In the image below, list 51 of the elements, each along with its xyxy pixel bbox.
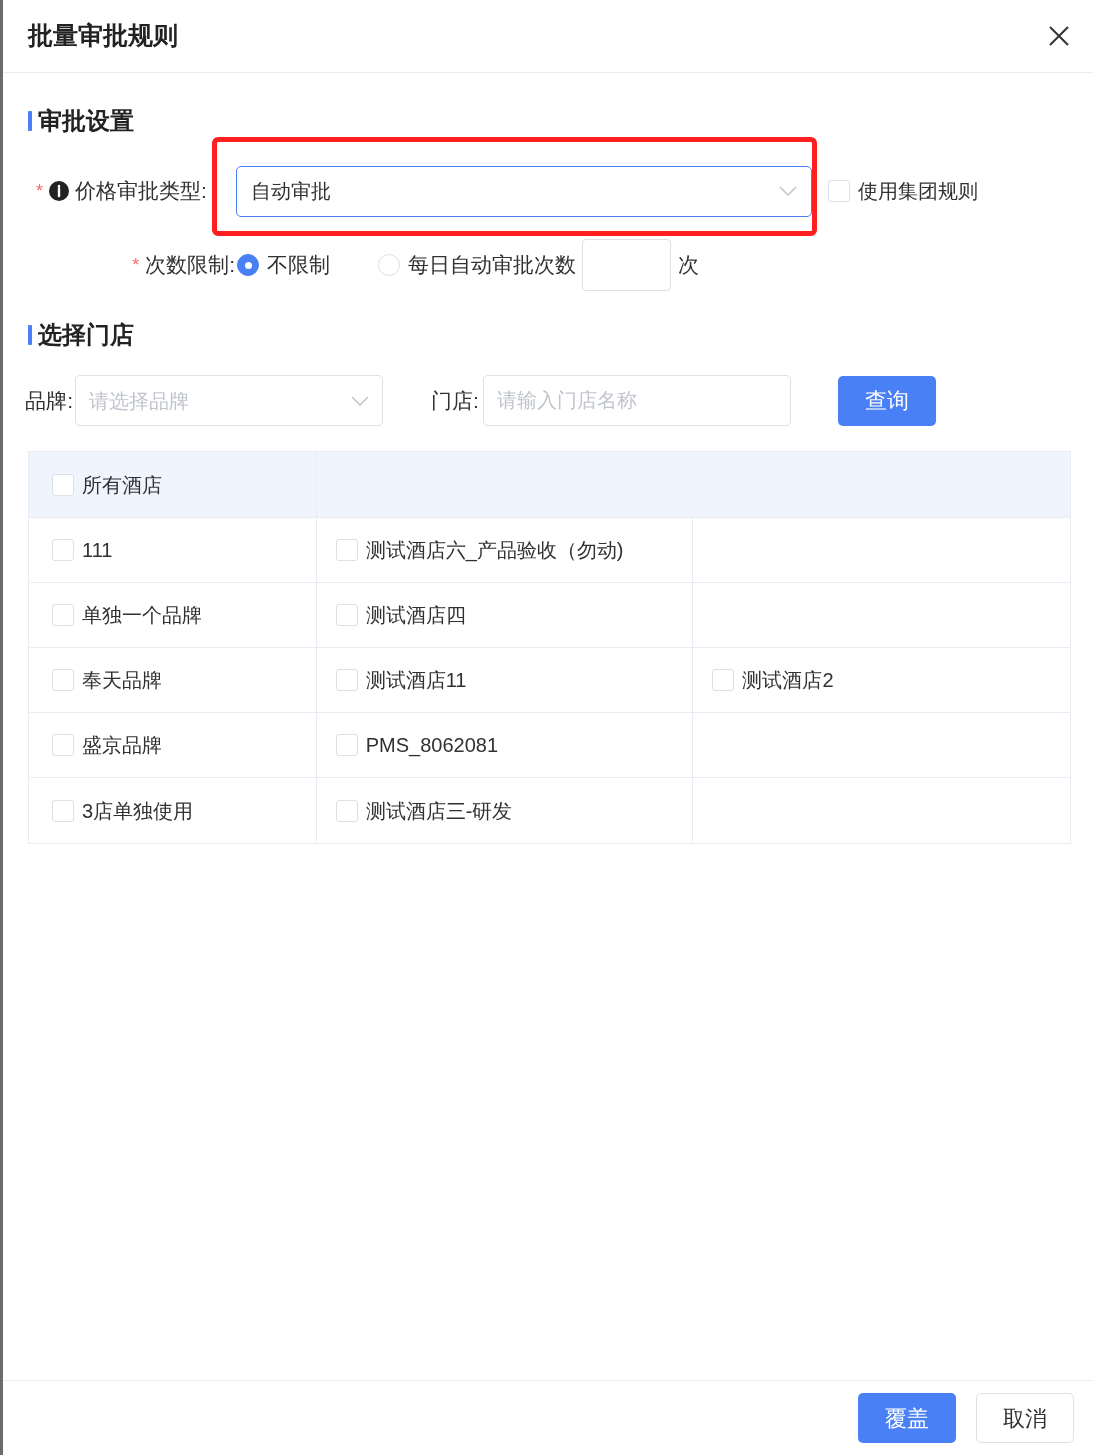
info-icon	[49, 181, 69, 201]
cancel-button[interactable]: 取消	[976, 1393, 1074, 1443]
checkbox-label: 所有酒店	[82, 472, 162, 498]
checkbox[interactable]	[52, 604, 74, 626]
checkbox-label: 测试酒店六_产品验收（勿动)	[365, 538, 624, 564]
store-search-field[interactable]: 请输入门店名称	[482, 375, 791, 426]
section-marker	[28, 325, 32, 345]
checkbox-label: 奉天品牌	[82, 668, 162, 693]
checkbox-label: 盛京品牌	[82, 733, 162, 758]
caret-icon	[351, 395, 369, 406]
checkbox[interactable]	[335, 539, 358, 561]
overwrite-button[interactable]: 覆盖	[858, 1393, 956, 1443]
checkbox-label: 测试酒店四	[365, 603, 466, 628]
checkbox-label: 测试酒店三-研发	[365, 798, 513, 824]
checkbox-label: 使用集团规则	[858, 179, 978, 204]
checkbox-label: 单独一个品牌	[82, 603, 202, 628]
radio-button[interactable]	[237, 254, 259, 276]
checkbox[interactable]	[52, 473, 74, 496]
required-mark: *	[132, 253, 140, 277]
checkbox-label: 测试酒店2	[742, 668, 834, 693]
required-mark: *	[36, 179, 43, 203]
field-label: 次数限制:	[145, 252, 235, 279]
close-icon[interactable]	[1048, 25, 1070, 47]
unit-label: 次	[678, 252, 699, 279]
field-label: 价格审批类型:	[75, 178, 207, 205]
checkbox[interactable]	[828, 180, 850, 202]
section-title: 审批设置	[38, 106, 134, 136]
checkbox-label: 测试酒店11	[365, 668, 467, 693]
checkbox-label: 111	[82, 538, 113, 563]
checkbox-label: 3店单独使用	[82, 798, 194, 824]
checkbox[interactable]	[335, 669, 358, 691]
dialog-title: 批量审批规则	[28, 20, 178, 52]
checkbox-label: PMS_8062081	[365, 733, 499, 759]
checkbox[interactable]	[335, 604, 358, 626]
checkbox[interactable]	[52, 669, 74, 691]
field-label: 门店:	[431, 387, 479, 414]
field-label: 品牌:	[24, 387, 73, 414]
query-button[interactable]: 查询	[837, 375, 936, 426]
section-title: 选择门店	[38, 320, 134, 350]
select-field[interactable]: 自动审批	[236, 165, 812, 217]
checkbox[interactable]	[335, 799, 358, 822]
checkbox[interactable]	[52, 799, 74, 822]
checkbox[interactable]	[335, 734, 358, 756]
checkbox[interactable]	[712, 669, 735, 691]
checkbox[interactable]	[52, 734, 74, 756]
section-marker	[28, 111, 32, 131]
caret-icon	[779, 186, 797, 196]
count-input[interactable]	[582, 239, 671, 291]
checkbox[interactable]	[52, 539, 74, 561]
radio-label: 每日自动审批次数	[408, 252, 576, 279]
radio-label: 不限制	[267, 252, 330, 279]
